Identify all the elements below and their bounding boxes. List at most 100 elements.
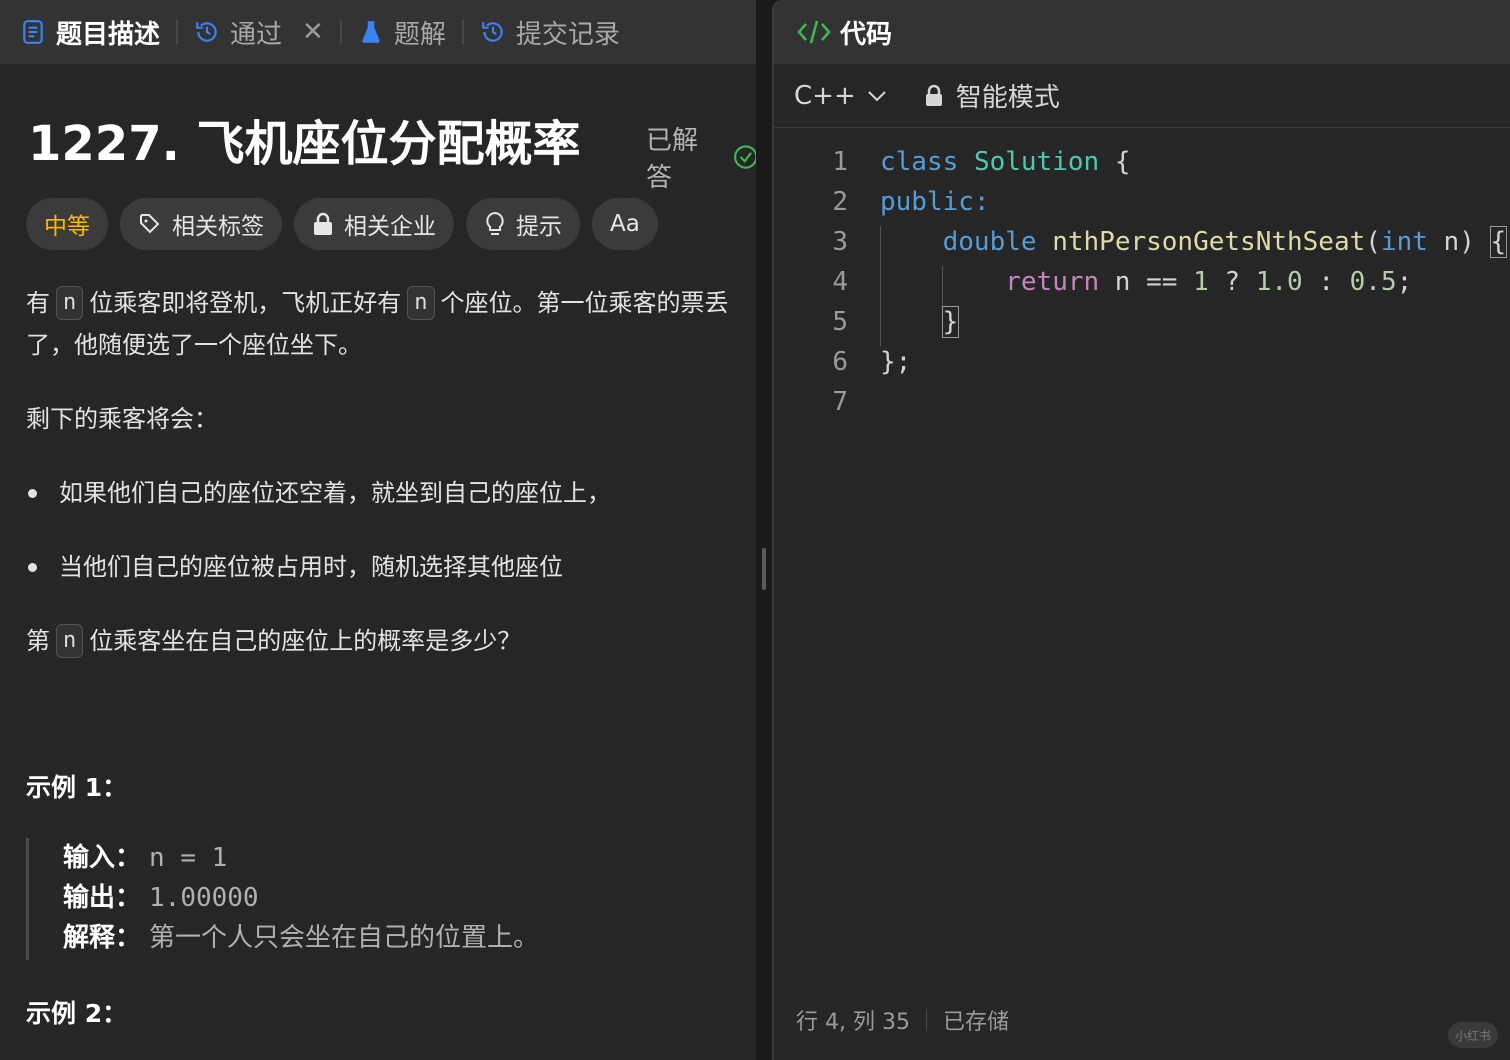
related-companies-button[interactable]: 相关企业 xyxy=(294,198,454,250)
chevron-down-icon xyxy=(868,90,886,101)
editor-status-bar: 行 4, 列 35 已存储 xyxy=(796,1000,1009,1040)
question-text: 第 xyxy=(26,627,50,655)
example-2-title: 示例 2： xyxy=(26,999,128,1028)
tab-separator xyxy=(461,20,464,44)
code-token: class xyxy=(880,147,959,177)
hint-button[interactable]: 提示 xyxy=(466,198,580,250)
example-explanation: 解释： 第一个人只会坐在自己的位置上。 xyxy=(63,918,746,958)
related-companies-label: 相关企业 xyxy=(344,214,436,240)
example-input: 输入： n = 1 xyxy=(63,838,746,878)
solved-label: 已解答 xyxy=(646,126,699,193)
lock-icon xyxy=(925,84,942,106)
editor-toolbar: C++ 智能模式 xyxy=(774,64,1510,128)
hint-label: 提示 xyxy=(516,214,562,240)
smart-mode-toggle[interactable]: 智能模式 xyxy=(924,77,1060,114)
solved-status: 已解答 xyxy=(646,120,756,194)
example-output-label: 输出： xyxy=(63,883,142,913)
problem-tabbar: 题目描述 通过 ✕ 题解 提交记录 xyxy=(0,0,756,64)
tag-icon xyxy=(140,214,160,234)
remaining-paragraph: 剩下的乘客将会： xyxy=(26,405,218,433)
matched-bracket: { xyxy=(1489,226,1508,258)
flask-icon xyxy=(362,21,380,43)
code-token: int xyxy=(1380,227,1428,257)
tab-separator xyxy=(339,20,342,44)
tab-separator xyxy=(176,20,179,44)
bullet xyxy=(28,562,37,572)
difficulty-label: 中等 xyxy=(44,214,90,240)
bullet xyxy=(28,488,37,498)
line-number: 3 xyxy=(832,227,848,257)
watermark-logo: 小红书 xyxy=(1448,1022,1498,1048)
desc-text: 位乘客即将登机，飞机正好有 xyxy=(89,289,402,317)
code-token: ; xyxy=(1396,267,1413,297)
desc-text: 有 xyxy=(26,289,50,317)
example-explanation-label: 解释： xyxy=(63,923,142,953)
tab-passed[interactable]: 通过 ✕ xyxy=(194,14,324,51)
line-number: 4 xyxy=(832,267,848,297)
code-panel: 代码 C++ 智能模式 1 class Solution { 2 public: 3… xyxy=(772,0,1510,1060)
document-icon xyxy=(23,20,43,44)
list-item-text: 如果他们自己的座位还空着，就坐到自己的座位上， xyxy=(59,479,611,507)
code-token: n == xyxy=(1099,267,1194,297)
line-number: 6 xyxy=(832,347,848,377)
difficulty-badge[interactable]: 中等 xyxy=(26,198,108,250)
code-line: 4 return n == 1 ? 1.0 : 0.5; xyxy=(774,262,1510,302)
problem-panel: 题目描述 通过 ✕ 题解 提交记录 1227. 飞机座位分配概率 已解答 中等 xyxy=(0,0,756,1060)
code-line: 3 double nthPersonGetsNthSeat(int n) { xyxy=(774,222,1510,262)
code-line: 1 class Solution { xyxy=(774,142,1510,182)
code-token: return xyxy=(1005,267,1100,297)
problem-title: 1227. 飞机座位分配概率 xyxy=(28,116,581,172)
related-tags-label: 相关标签 xyxy=(172,214,264,240)
code-token: public: xyxy=(880,187,990,217)
tab-description-label: 题目描述 xyxy=(56,19,161,50)
history-icon xyxy=(196,22,217,42)
example-explanation-value: 第一个人只会坐在自己的位置上。 xyxy=(149,923,540,953)
code-token: 1.0 xyxy=(1255,267,1303,297)
code-token: Solution xyxy=(973,147,1100,177)
list-item: 如果他们自己的座位还空着，就坐到自己的座位上， xyxy=(26,472,611,514)
close-icon[interactable]: ✕ xyxy=(302,17,324,47)
question-paragraph: 第 n 位乘客坐在自己的座位上的概率是多少？ xyxy=(26,620,521,662)
code-token: : xyxy=(1302,267,1350,297)
lock-icon xyxy=(314,212,332,235)
code-panel-title: 代码 xyxy=(840,19,893,50)
code-token: 0.5 xyxy=(1349,267,1397,297)
code-line: 5 } xyxy=(774,302,1510,342)
code-panel-header: 代码 xyxy=(774,0,1510,64)
matched-bracket: } xyxy=(941,306,960,338)
tab-solutions-label: 题解 xyxy=(393,19,446,50)
line-number: 1 xyxy=(832,147,848,177)
smart-mode-label: 智能模式 xyxy=(955,83,1060,113)
question-text: 位乘客坐在自己的座位上的概率是多少？ xyxy=(89,627,522,655)
code-token: nthPersonGetsNthSeat xyxy=(1052,227,1366,257)
translate-icon: Aa xyxy=(610,211,640,237)
example-1-block: 输入： n = 1 输出： 1.00000 解释： 第一个人只会坐在自己的位置上。 xyxy=(26,838,746,960)
inline-code: n xyxy=(407,286,435,320)
panel-resize-handle[interactable] xyxy=(762,548,766,590)
cursor-position: 行 4, 列 35 xyxy=(796,1010,910,1035)
status-separator xyxy=(925,1009,927,1031)
code-line: 2 public: xyxy=(774,182,1510,222)
inline-code: n xyxy=(56,286,84,320)
tab-submissions-label: 提交记录 xyxy=(515,19,620,50)
code-token: double xyxy=(942,227,1037,257)
example-output-value: 1.00000 xyxy=(149,883,259,913)
tab-description[interactable]: 题目描述 xyxy=(20,14,160,51)
tab-solutions[interactable]: 题解 xyxy=(358,14,446,51)
line-number: 5 xyxy=(832,307,848,337)
lightbulb-icon xyxy=(486,211,504,235)
language-select[interactable]: C++ xyxy=(794,81,888,111)
list-item: 当他们自己的座位被占用时，随机选择其他座位 xyxy=(26,546,563,588)
code-token: { xyxy=(1099,147,1131,177)
history-icon xyxy=(482,22,503,42)
inline-code: n xyxy=(56,624,84,658)
related-tags-button[interactable]: 相关标签 xyxy=(120,198,282,250)
translate-button[interactable]: Aa xyxy=(592,198,658,250)
code-line: 7 xyxy=(774,382,1510,422)
code-editor[interactable]: 1 class Solution { 2 public: 3 double nthP… xyxy=(774,142,1510,422)
tab-submissions[interactable]: 提交记录 xyxy=(480,14,620,51)
code-token: ? xyxy=(1208,267,1256,297)
save-status: 已存储 xyxy=(942,1010,1009,1035)
example-1-title: 示例 1： xyxy=(26,773,128,802)
example-output: 输出： 1.00000 xyxy=(63,878,746,918)
